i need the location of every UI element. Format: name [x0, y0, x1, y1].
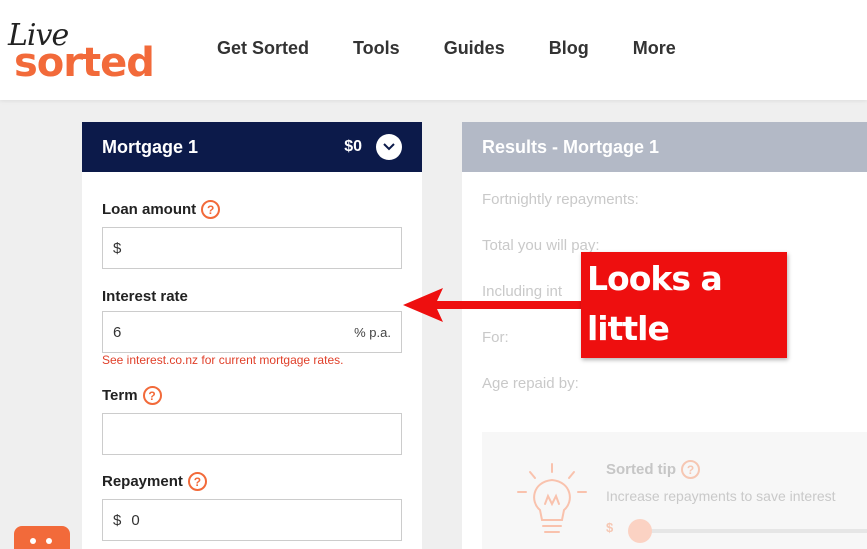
- nav-tools[interactable]: Tools: [353, 38, 400, 59]
- nav-more[interactable]: More: [633, 38, 676, 59]
- main-nav: Get Sorted Tools Guides Blog More: [217, 38, 720, 59]
- sorted-tip-text: Increase repayments to save interest: [606, 488, 836, 504]
- nav-get-sorted[interactable]: Get Sorted: [217, 38, 309, 59]
- mortgage-amount: $0: [344, 138, 362, 155]
- repayment-label-text: Repayment: [102, 473, 183, 490]
- interest-rate-hint-link[interactable]: See interest.co.nz for current mortgage …: [102, 353, 343, 367]
- loan-amount-label-text: Loan amount: [102, 201, 197, 218]
- sorted-tip-title: Sorted tip ?: [606, 460, 700, 479]
- chat-dot: [46, 538, 52, 544]
- result-fortnightly-repayments: Fortnightly repayments:: [482, 191, 639, 208]
- currency-prefix: $: [113, 511, 122, 529]
- sorted-tip-title-text: Sorted tip: [606, 461, 676, 478]
- repayment-input[interactable]: $ 0: [102, 499, 402, 541]
- mortgage-card-header[interactable]: Mortgage 1 $0: [82, 122, 422, 172]
- interest-rate-label-text: Interest rate: [102, 288, 188, 305]
- interest-rate-label: Interest rate: [102, 288, 188, 305]
- term-label: Term ?: [102, 386, 162, 405]
- loan-amount-input[interactable]: $: [102, 227, 402, 269]
- interest-rate-suffix: % p.a.: [354, 324, 391, 340]
- annotation-arrow: [403, 288, 585, 322]
- result-for: For:: [482, 329, 509, 346]
- nav-blog[interactable]: Blog: [549, 38, 589, 59]
- repayment-slider-track[interactable]: [632, 529, 867, 533]
- chevron-down-icon[interactable]: [376, 134, 402, 160]
- annotation-callout: Looks a little bit like this: [581, 252, 787, 398]
- mortgage-title: Mortgage 1: [102, 136, 199, 157]
- result-age-repaid: Age repaid by:: [482, 375, 579, 392]
- site-header: Live sorted Get Sorted Tools Guides Blog…: [0, 0, 867, 100]
- repayment-label: Repayment ?: [102, 472, 207, 491]
- annotation-line-1: Looks a little: [587, 259, 723, 348]
- loan-amount-label: Loan amount ?: [102, 200, 221, 219]
- help-icon[interactable]: ?: [142, 386, 162, 405]
- sorted-tip-box: Sorted tip ? Increase repayments to save…: [482, 432, 867, 549]
- term-input[interactable]: [102, 413, 402, 455]
- help-icon[interactable]: ?: [187, 472, 207, 491]
- term-label-text: Term: [102, 387, 138, 404]
- nav-guides[interactable]: Guides: [444, 38, 505, 59]
- repayment-slider-handle[interactable]: [628, 519, 652, 543]
- livesorted-logo[interactable]: Live sorted: [6, 18, 156, 88]
- annotation-line-2: bit like this: [587, 359, 785, 398]
- results-title: Results - Mortgage 1: [462, 122, 867, 172]
- repayment-value: 0: [131, 511, 140, 529]
- interest-rate-value: 6: [113, 323, 122, 341]
- interest-rate-input[interactable]: 6 % p.a.: [102, 311, 402, 353]
- mortgage-card: Mortgage 1 $0 Loan amount ? $ Interest r…: [82, 122, 422, 549]
- chat-dot: [30, 538, 36, 544]
- currency-prefix: $: [113, 239, 122, 257]
- chat-widget-button[interactable]: [14, 526, 70, 549]
- help-icon[interactable]: ?: [201, 200, 221, 219]
- logo-sorted-text: sorted: [14, 40, 155, 86]
- slider-currency-label: $: [606, 520, 614, 535]
- help-icon[interactable]: ?: [681, 460, 700, 479]
- lightbulb-icon: [517, 463, 587, 533]
